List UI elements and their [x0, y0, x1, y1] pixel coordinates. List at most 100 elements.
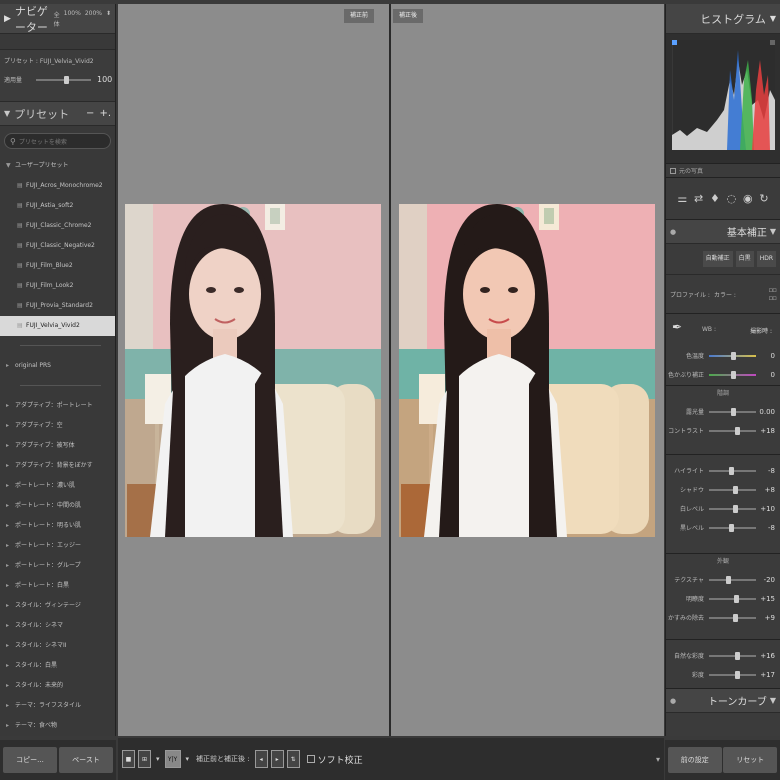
healing-icon[interactable]: ♦ — [710, 192, 720, 205]
collapse-triangle-icon[interactable]: ▼ — [4, 109, 10, 118]
mask-icon[interactable]: ◌ — [727, 192, 737, 205]
preset-group[interactable]: ▸ スタイル：未来的 — [0, 676, 115, 696]
slider-value[interactable]: -20 — [759, 576, 775, 584]
preset-item[interactable]: ▤ FUJI_Provia_Standard2 — [0, 296, 115, 316]
slider-value[interactable]: +17 — [759, 671, 775, 679]
sliders-icon[interactable]: ⚌ — [677, 192, 687, 205]
copy-button[interactable]: コピー... — [3, 747, 57, 773]
preset-group-user[interactable]: ▼ ユーザープリセット — [0, 156, 115, 176]
original-photo-checkbox[interactable] — [670, 167, 676, 174]
preset-group[interactable]: ▸ スタイル：シネマ — [0, 616, 115, 636]
slider-value[interactable]: -8 — [759, 467, 775, 475]
navigator-header[interactable]: ▶ ナビゲーター 全体 100% 200% ⬍ — [0, 4, 115, 34]
preset-item[interactable]: ▤ FUJI_Film_Look2 — [0, 276, 115, 296]
slider-value[interactable]: +18 — [759, 427, 775, 435]
navigator-preview[interactable] — [0, 34, 115, 50]
adjust-slider[interactable] — [709, 613, 756, 622]
adjust-slider[interactable] — [709, 670, 756, 679]
slider-knob[interactable] — [734, 594, 740, 603]
slider-knob[interactable] — [726, 575, 732, 584]
after-pane[interactable]: 補正後 — [391, 4, 662, 736]
zoom-fit-option[interactable]: 全体 — [54, 10, 60, 28]
amount-slider-knob[interactable] — [63, 75, 69, 84]
preset-group[interactable]: ▸ スタイル：シネマII — [0, 636, 115, 656]
preset-group[interactable]: ▸ スタイル：白黒 — [0, 656, 115, 676]
slider-value[interactable]: +8 — [759, 486, 775, 494]
temperature-slider[interactable] — [709, 351, 756, 360]
preset-group[interactable]: ▸ アダプティブ：空 — [0, 416, 115, 436]
paste-button[interactable]: ペースト — [59, 747, 113, 773]
preset-group[interactable]: ▸ アダプティブ：背景をぼかす — [0, 456, 115, 476]
panel-toggle-icon[interactable]: ● — [670, 697, 676, 705]
adjust-slider[interactable] — [709, 504, 756, 513]
slider-knob[interactable] — [734, 670, 740, 679]
preset-group[interactable]: ▸ スタイル：ヴィンテージ — [0, 596, 115, 616]
preset-group[interactable]: ▸ アダプティブ：ポートレート — [0, 396, 115, 416]
slider-knob[interactable] — [729, 466, 735, 475]
preset-group[interactable]: ▸ ポートレート：グループ — [0, 556, 115, 576]
preset-item[interactable]: ▤ FUJI_Acros_Monochrome2 — [0, 176, 115, 196]
loupe-view-icon[interactable]: ■ — [122, 750, 135, 768]
after-photo[interactable] — [399, 204, 655, 537]
slider-knob[interactable] — [731, 407, 737, 416]
crop-icon[interactable]: ⇄ — [694, 192, 703, 205]
hdr-button[interactable]: HDR — [756, 251, 776, 267]
preset-group[interactable]: ▸ ポートレート：エッジー — [0, 536, 115, 556]
preset-group[interactable]: ▸ ポートレート：濃い肌 — [0, 476, 115, 496]
before-after-view-icon[interactable]: ⊞ — [138, 750, 151, 768]
preset-item[interactable]: ▤ FUJI_Classic_Chrome2 — [0, 216, 115, 236]
histogram-header[interactable]: ヒストグラム ▼ — [666, 4, 780, 34]
amount-slider[interactable] — [36, 75, 91, 84]
presets-tool-icon[interactable]: ↻ — [759, 192, 768, 205]
preset-search-input[interactable]: ⚲ プリセットを検索 — [4, 133, 111, 149]
zoom-100-option[interactable]: 100% — [64, 10, 81, 28]
zoom-200-option[interactable]: 200% — [85, 10, 102, 28]
eyedropper-icon[interactable]: ✒ — [672, 320, 682, 334]
zoom-more-icon[interactable]: ⬍ — [106, 10, 111, 28]
tone-curve-header[interactable]: ● トーンカーブ ▼ — [666, 689, 780, 713]
copy-after-to-before-icon[interactable]: ▸ — [270, 750, 284, 768]
slider-value[interactable]: +16 — [759, 652, 775, 660]
preset-item[interactable]: ▤ FUJI_Astia_soft2 — [0, 196, 115, 216]
slider-value[interactable]: +9 — [759, 614, 775, 622]
adjust-slider[interactable] — [709, 426, 756, 435]
red-eye-icon[interactable]: ◉ — [743, 192, 753, 205]
adjust-slider[interactable] — [709, 575, 756, 584]
soft-proof-checkbox[interactable] — [306, 755, 315, 763]
yy-dropdown-icon[interactable]: ▾ — [186, 755, 190, 763]
slider-knob[interactable] — [729, 523, 735, 532]
preset-group-original[interactable]: ▸ original PRS — [0, 356, 115, 376]
collapse-triangle-icon[interactable]: ▼ — [770, 227, 776, 236]
preset-group[interactable]: ▸ アダプティブ：被写体 — [0, 436, 115, 456]
slider-knob[interactable] — [732, 613, 738, 622]
copy-before-to-after-icon[interactable]: ◂ — [254, 750, 268, 768]
basic-header[interactable]: ● 基本補正 ▼ — [666, 220, 780, 244]
preset-item[interactable]: ▤ FUJI_Film_Blue2 — [0, 256, 115, 276]
preset-item[interactable]: ▤ FUJI_Velvia_Vivid2 — [0, 316, 115, 336]
adjust-slider[interactable] — [709, 485, 756, 494]
tint-slider[interactable] — [709, 370, 756, 379]
previous-settings-button[interactable]: 前の設定 — [667, 747, 722, 773]
presets-header[interactable]: ▼ プリセット − +. — [0, 102, 115, 126]
original-photo-toggle[interactable]: 元の写真 — [666, 164, 780, 178]
remove-preset-button[interactable]: − — [86, 108, 94, 119]
toolbar-menu-icon[interactable]: ▾ — [656, 755, 660, 764]
panel-toggle-icon[interactable]: ● — [670, 228, 676, 236]
preset-group[interactable]: ▸ テーマ：食べ物 — [0, 716, 115, 736]
preset-group[interactable]: ▸ ポートレート：中間の肌 — [0, 496, 115, 516]
add-preset-button[interactable]: +. — [99, 108, 111, 119]
wb-value[interactable]: 撮影時 : — [750, 326, 772, 335]
slider-value[interactable]: +15 — [759, 595, 775, 603]
profile-row[interactable]: プロファイル : カラー : ▫▫ ▫▫ — [666, 274, 780, 314]
before-pane[interactable]: 補正前 — [118, 4, 389, 736]
adjust-slider[interactable] — [709, 407, 756, 416]
bw-button[interactable]: 白黒 — [735, 251, 754, 267]
before-photo[interactable] — [125, 204, 381, 537]
adjust-slider[interactable] — [709, 466, 756, 475]
slider-knob[interactable] — [732, 485, 738, 494]
adjust-slider[interactable] — [709, 523, 756, 532]
wb-row[interactable]: WB : 撮影時 : — [702, 326, 772, 335]
profile-value[interactable]: カラー : — [714, 290, 736, 299]
collapse-triangle-icon[interactable]: ▼ — [770, 696, 776, 705]
yy-view-button[interactable]: Y|Y — [164, 750, 181, 768]
